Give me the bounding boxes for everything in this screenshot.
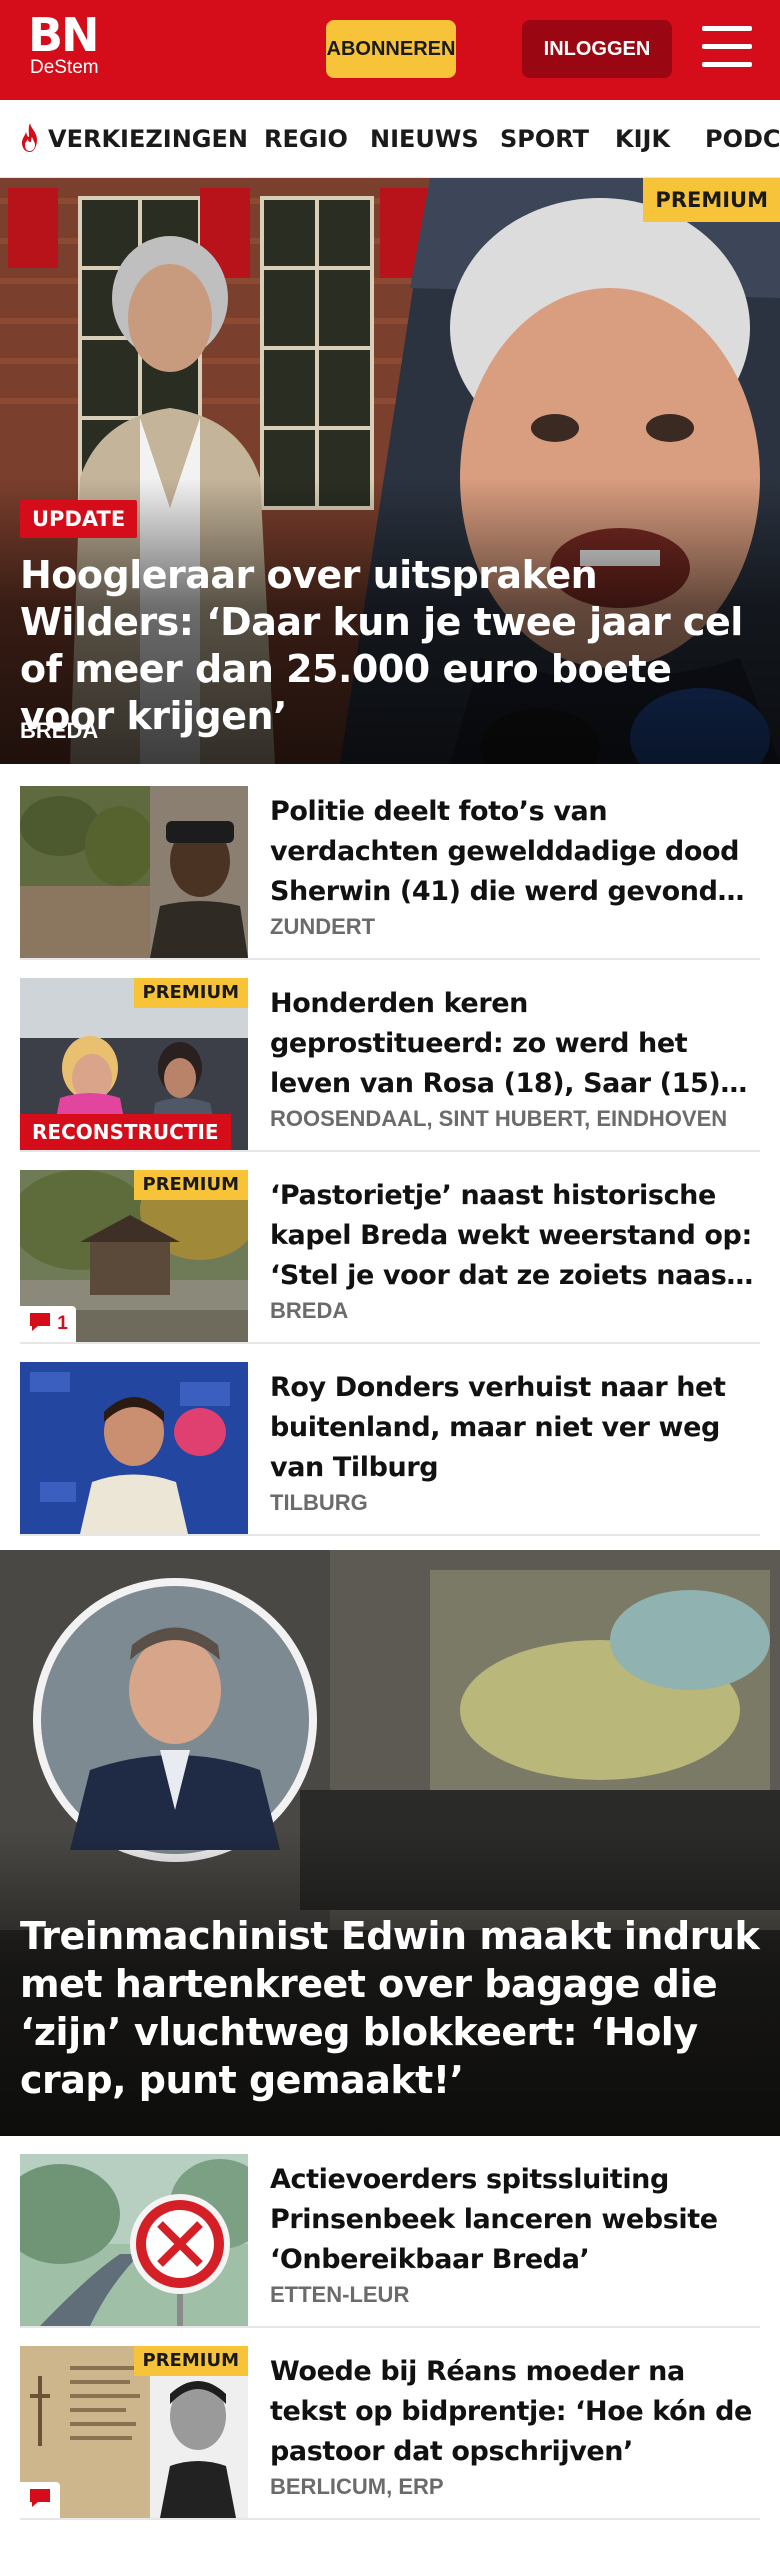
feature-title[interactable]: Treinmachinist Edwin maakt indruk met ha…	[20, 1912, 770, 2104]
comment-icon	[30, 2489, 50, 2508]
hero-title[interactable]: Hoogleraar over uitspraken Wilders: ‘Daa…	[20, 552, 760, 740]
list-item[interactable]: Roy Donders verhuist naar het buitenland…	[20, 1362, 760, 1536]
article-thumbnail: PREMIUM 1	[20, 1170, 248, 1342]
article-title[interactable]: Woede bij Réans moeder na tekst op bidpr…	[270, 2352, 760, 2472]
premium-badge: PREMIUM	[643, 178, 780, 222]
hero-location: BREDA	[20, 718, 99, 743]
premium-badge: PREMIUM	[133, 2346, 248, 2376]
update-badge: UPDATE	[20, 500, 138, 538]
article-title[interactable]: Roy Donders verhuist naar het buitenland…	[270, 1368, 760, 1488]
article-location: TILBURG	[270, 1490, 368, 1515]
list-item[interactable]: PREMIUM 1 ‘Pastorietje’ naast historisch…	[20, 1170, 760, 1344]
nav-label: VERKIEZINGEN	[48, 125, 248, 153]
hamburger-menu-icon[interactable]	[702, 26, 752, 72]
article-title[interactable]: Politie deelt foto’s van verdachten gewe…	[270, 792, 760, 912]
nav-item-podcasts[interactable]: PODCASTS	[705, 100, 780, 177]
reconstructie-badge: RECONSTRUCTIE	[20, 1114, 231, 1150]
thumbnail-image	[20, 786, 248, 958]
article-title[interactable]: Actievoerders spitssluiting Prinsenbeek …	[270, 2160, 760, 2280]
nav-item-sport[interactable]: SPORT	[500, 100, 589, 177]
article-thumbnail	[20, 786, 248, 958]
site-logo[interactable]: BN DeStem	[28, 8, 100, 78]
nav-item-verkiezingen[interactable]: VERKIEZINGEN	[16, 100, 248, 177]
comment-count: 1	[57, 1313, 68, 1334]
list-item[interactable]: Politie deelt foto’s van verdachten gewe…	[20, 786, 760, 960]
article-location: BREDA	[270, 1298, 349, 1323]
flame-icon	[22, 123, 37, 152]
nav-item-nieuws[interactable]: NIEUWS	[370, 100, 479, 177]
subscribe-button[interactable]: ABONNEREN	[326, 20, 456, 78]
thumbnail-image	[20, 2154, 248, 2326]
logo-sub: DeStem	[30, 57, 99, 78]
comment-count-badge[interactable]	[20, 2482, 60, 2518]
article-location: ROOSENDAAL, SINT HUBERT, EINDHOVEN	[270, 1106, 728, 1131]
site-header: BN DeStem ABONNEREN INLOGGEN	[0, 0, 780, 100]
article-thumbnail: PREMIUM	[20, 2346, 248, 2518]
hero-article[interactable]: PREMIUM UPDATE Hoogleraar over uitsprake…	[0, 178, 780, 764]
article-location: ETTEN-LEUR	[270, 2282, 410, 2307]
article-thumbnail: PREMIUM RECONSTRUCTIE	[20, 978, 248, 1150]
premium-badge: PREMIUM	[133, 978, 248, 1008]
list-item[interactable]: Actievoerders spitssluiting Prinsenbeek …	[20, 2154, 760, 2328]
article-thumbnail	[20, 2154, 248, 2326]
article-title[interactable]: ‘Pastorietje’ naast historische kapel Br…	[270, 1176, 760, 1296]
article-location: BERLICUM, ERP	[270, 2474, 444, 2499]
list-item[interactable]: PREMIUM Woede bij Réans moeder na tekst …	[20, 2346, 760, 2520]
main-nav: VERKIEZINGEN REGIO NIEUWS SPORT KIJK POD…	[0, 100, 780, 178]
logo-main: BN	[28, 8, 100, 62]
article-thumbnail	[20, 1362, 248, 1534]
thumbnail-image	[20, 1362, 248, 1534]
comment-icon	[30, 1313, 50, 1332]
list-item[interactable]: PREMIUM RECONSTRUCTIE Honderden keren ge…	[20, 978, 760, 1152]
comment-count-badge[interactable]: 1	[20, 1306, 76, 1342]
article-location: ZUNDERT	[270, 914, 376, 939]
premium-badge: PREMIUM	[133, 1170, 248, 1200]
feature-article[interactable]: Treinmachinist Edwin maakt indruk met ha…	[0, 1550, 780, 2136]
login-button[interactable]: INLOGGEN	[522, 20, 672, 78]
nav-item-regio[interactable]: REGIO	[264, 100, 348, 177]
article-title[interactable]: Honderden keren geprostitueerd: zo werd …	[270, 984, 760, 1104]
nav-item-kijk[interactable]: KIJK	[615, 100, 670, 177]
